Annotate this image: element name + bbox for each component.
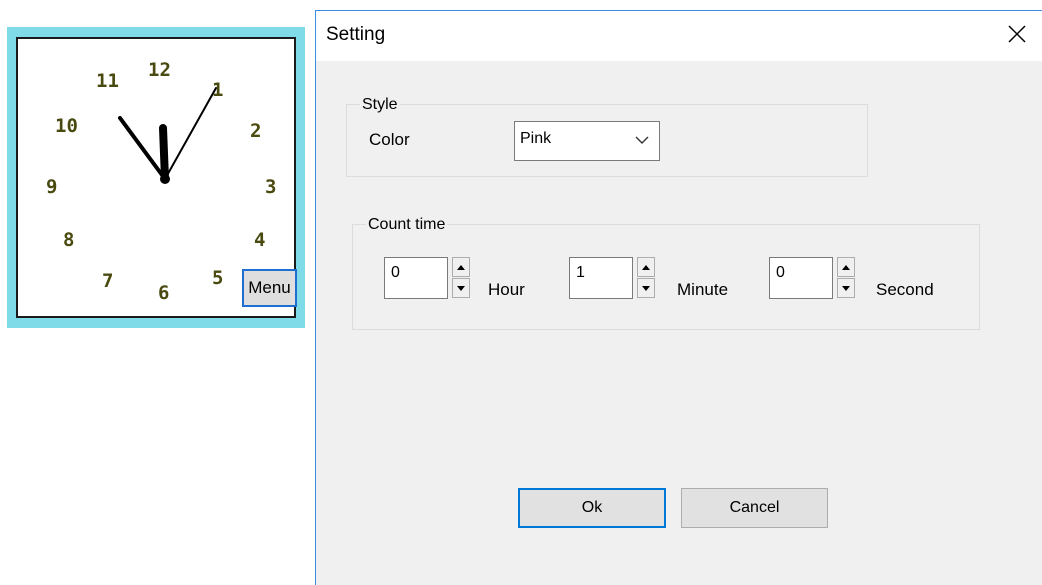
close-icon: [1008, 25, 1026, 43]
clock-number-2: 2: [250, 120, 262, 142]
style-group-label: Style: [360, 96, 400, 114]
hour-label: Hour: [488, 280, 525, 299]
arrow-up-icon: [842, 264, 850, 270]
minute-label: Minute: [677, 280, 729, 299]
hour-value: 0: [391, 264, 400, 281]
close-button[interactable]: [992, 11, 1042, 57]
clock-number-4: 4: [254, 229, 266, 251]
color-dropdown[interactable]: Pink: [514, 121, 660, 161]
arrow-up-icon: [457, 264, 465, 270]
clock-number-5: 5: [212, 267, 224, 289]
color-label: Color: [369, 130, 410, 149]
second-spinner: [837, 257, 855, 299]
minute-spinner: [637, 257, 655, 299]
second-label: Second: [876, 280, 934, 299]
arrow-down-icon: [642, 285, 650, 291]
ok-button[interactable]: Ok: [518, 488, 666, 528]
dialog-titlebar: Setting: [316, 11, 1042, 61]
hour-increment-button[interactable]: [452, 257, 470, 277]
second-increment-button[interactable]: [837, 257, 855, 277]
minute-value: 1: [576, 264, 585, 281]
hour-hand: [159, 124, 169, 183]
clock-number-9: 9: [46, 176, 58, 198]
setting-dialog: Setting Style Color Pink Count time 0 Ho…: [315, 10, 1042, 585]
clock-face: 12 1 2 3 4 5 6 7 8 9 10 11 Menu: [16, 37, 297, 318]
clock-number-3: 3: [265, 176, 277, 198]
clock-number-12: 12: [148, 59, 171, 81]
dialog-title: Setting: [326, 24, 386, 45]
color-dropdown-value: Pink: [520, 130, 552, 147]
second-value: 0: [776, 264, 785, 281]
hour-decrement-button[interactable]: [452, 278, 470, 298]
menu-button[interactable]: Menu: [242, 269, 297, 307]
arrow-down-icon: [842, 285, 850, 291]
second-decrement-button[interactable]: [837, 278, 855, 298]
clock-number-1: 1: [212, 79, 224, 101]
clock-number-7: 7: [102, 270, 114, 292]
minute-hand: [118, 116, 167, 181]
minute-input[interactable]: 1: [569, 257, 633, 299]
minute-increment-button[interactable]: [637, 257, 655, 277]
clock-number-11: 11: [96, 70, 119, 92]
hour-spinner: [452, 257, 470, 299]
arrow-down-icon: [457, 285, 465, 291]
clock-number-8: 8: [63, 229, 75, 251]
clock-number-10: 10: [55, 115, 78, 137]
second-input[interactable]: 0: [769, 257, 833, 299]
clock-center: [160, 174, 170, 184]
second-hand: [164, 87, 217, 180]
count-time-group-label: Count time: [366, 216, 448, 234]
cancel-button[interactable]: Cancel: [681, 488, 828, 528]
clock-number-6: 6: [158, 282, 170, 304]
chevron-down-icon: [635, 136, 649, 144]
minute-decrement-button[interactable]: [637, 278, 655, 298]
clock-widget: 12 1 2 3 4 5 6 7 8 9 10 11 Menu: [7, 27, 305, 328]
arrow-up-icon: [642, 264, 650, 270]
hour-input[interactable]: 0: [384, 257, 448, 299]
